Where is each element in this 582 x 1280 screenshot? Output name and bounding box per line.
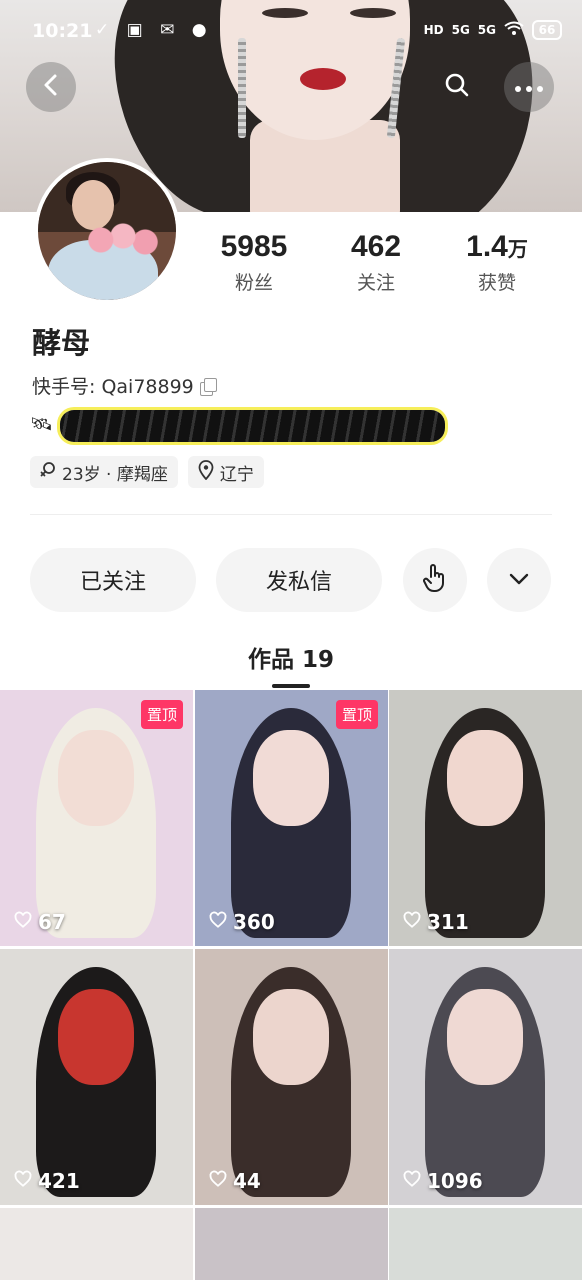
work-likes: 421 — [14, 1169, 80, 1193]
work-likes-count: 421 — [38, 1169, 80, 1193]
stat-followers[interactable]: 5985 粉丝 — [210, 230, 298, 295]
work-likes-count: 67 — [38, 910, 66, 934]
status-time: 10:21 — [32, 20, 93, 42]
redaction-scribble — [60, 410, 445, 442]
hd-icon: HD — [423, 23, 444, 37]
thumbnail-image — [195, 949, 388, 1205]
satellite-icon: 🛰 — [30, 414, 53, 435]
work-thumbnail-partial[interactable] — [0, 1208, 193, 1280]
work-thumbnail[interactable]: 44 — [195, 949, 388, 1205]
tab-works[interactable]: 作品 19 — [0, 640, 582, 674]
kuaishou-id-row[interactable]: 快手号: Qai78899 — [32, 372, 217, 399]
thumbnail-image — [0, 949, 193, 1205]
more-dots-icon — [514, 78, 544, 97]
thumbnail-image — [389, 949, 582, 1205]
tag-age-sign-text: 23岁 · 摩羯座 — [62, 464, 168, 485]
search-icon — [443, 71, 471, 103]
heart-icon — [209, 910, 227, 934]
notification-icons: ✓ ▣ ✉ ● — [95, 20, 213, 40]
work-likes-count: 44 — [233, 1169, 261, 1193]
work-likes-count: 1096 — [427, 1169, 483, 1193]
heart-icon — [14, 1169, 32, 1193]
more-options-button[interactable] — [504, 62, 554, 112]
signal-5g-icon-2: 5G — [477, 23, 496, 37]
work-thumbnail[interactable]: 置顶 360 — [195, 690, 388, 946]
followers-count: 5985 — [220, 230, 288, 263]
work-likes: 311 — [403, 910, 469, 934]
expand-button[interactable] — [487, 548, 551, 612]
pinned-badge: 置顶 — [335, 700, 378, 729]
stat-likes[interactable]: 1.4万 获赞 — [458, 230, 536, 295]
likes-label: 获赞 — [477, 272, 516, 294]
status-bar: 10:21 ✓ ▣ ✉ ● HD 5G 5G 66 — [0, 0, 582, 62]
search-button[interactable] — [432, 62, 482, 112]
stat-following[interactable]: 462 关注 — [340, 230, 412, 295]
profile-tags: 23岁 · 摩羯座 辽宁 — [30, 456, 264, 488]
work-likes: 44 — [209, 1169, 261, 1193]
following-button[interactable]: 已关注 — [30, 548, 196, 612]
heart-icon — [209, 1169, 227, 1193]
pinned-badge: 置顶 — [140, 700, 183, 729]
status-right-icons: HD 5G 5G 66 — [424, 20, 562, 40]
work-likes: 67 — [14, 910, 66, 934]
location-pin-icon — [198, 459, 214, 485]
chevron-left-icon — [41, 73, 61, 101]
bio-redacted: 🛰 — [30, 408, 445, 442]
tab-works-underline — [272, 684, 310, 688]
likes-unit: 万 — [507, 239, 528, 261]
avatar[interactable] — [34, 158, 180, 304]
followers-label: 粉丝 — [234, 272, 273, 294]
signal-5g-icon: 5G — [451, 23, 470, 37]
tag-location: 辽宁 — [187, 456, 264, 488]
back-button[interactable] — [26, 62, 76, 112]
work-thumbnail[interactable]: 311 — [389, 690, 582, 946]
work-likes: 1096 — [403, 1169, 483, 1193]
battery-indicator: 66 — [532, 20, 562, 40]
work-likes-count: 311 — [427, 910, 469, 934]
chevron-down-icon — [508, 571, 530, 590]
send-message-button[interactable]: 发私信 — [216, 548, 382, 612]
work-likes: 360 — [209, 910, 275, 934]
work-thumbnail[interactable]: 置顶 67 — [0, 690, 193, 946]
profile-name: 酵母 — [32, 326, 91, 360]
work-likes-count: 360 — [233, 910, 275, 934]
tag-age-sign: 23岁 · 摩羯座 — [30, 456, 178, 488]
divider — [30, 514, 552, 515]
work-thumbnail-partial[interactable] — [389, 1208, 582, 1280]
following-label: 关注 — [356, 272, 395, 294]
work-thumbnail[interactable]: 1096 — [389, 949, 582, 1205]
thumbnail-image — [389, 690, 582, 946]
tag-location-text: 辽宁 — [219, 464, 254, 485]
heart-icon — [403, 910, 421, 934]
work-thumbnail-partial[interactable] — [195, 1208, 388, 1280]
copy-icon[interactable] — [199, 377, 217, 396]
wifi-icon — [504, 21, 524, 40]
hand-tap-icon — [422, 563, 448, 597]
heart-icon — [14, 910, 32, 934]
gender-female-icon — [40, 461, 56, 484]
kuaishou-id: 快手号: Qai78899 — [32, 376, 194, 398]
following-count: 462 — [350, 230, 402, 263]
likes-count: 1.4 — [466, 230, 508, 263]
work-thumbnail[interactable]: 421 — [0, 949, 193, 1205]
poke-button[interactable] — [403, 548, 467, 612]
heart-icon — [403, 1169, 421, 1193]
